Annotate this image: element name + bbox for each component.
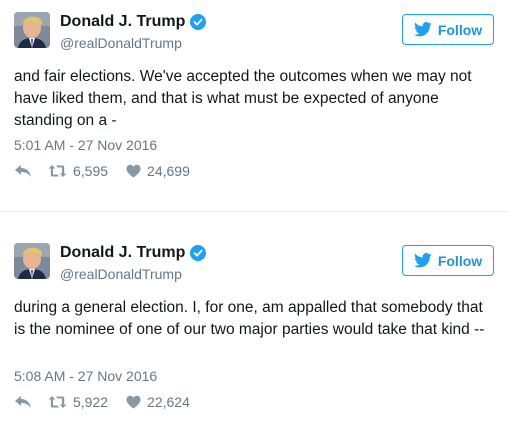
heart-icon xyxy=(126,164,141,178)
author-row: Donald J. Trump xyxy=(60,244,207,262)
tweet-actions: 6,595 24,699 xyxy=(14,163,190,179)
tweet-card: Donald J. Trump @realDonaldTrump Follow … xyxy=(0,0,508,211)
retweet-button[interactable]: 5,922 xyxy=(48,394,108,410)
like-button[interactable]: 24,699 xyxy=(126,163,190,179)
avatar[interactable] xyxy=(14,12,50,48)
retweet-count: 6,595 xyxy=(73,163,109,179)
retweet-icon xyxy=(48,165,67,177)
verified-badge-icon xyxy=(190,245,207,261)
author-handle[interactable]: @realDonaldTrump xyxy=(60,266,182,282)
follow-label: Follow xyxy=(437,252,483,269)
retweet-icon xyxy=(48,396,67,408)
heart-icon xyxy=(126,395,141,409)
reply-button[interactable] xyxy=(14,395,32,409)
twitter-bird-icon xyxy=(413,22,432,37)
reply-icon xyxy=(15,165,31,177)
reply-icon xyxy=(15,396,31,408)
author-row: Donald J. Trump xyxy=(60,13,207,31)
retweet-count: 5,922 xyxy=(73,394,109,410)
tweet-card: Donald J. Trump @realDonaldTrump Follow … xyxy=(0,231,508,421)
like-button[interactable]: 22,624 xyxy=(126,394,190,410)
tweet-text: and fair elections. We've accepted the o… xyxy=(14,68,472,129)
like-count: 22,624 xyxy=(147,394,190,410)
tweet-divider xyxy=(0,211,508,232)
tweet-feed: Donald J. Trump @realDonaldTrump Follow … xyxy=(0,0,508,421)
tweet-timestamp[interactable]: 5:08 AM - 27 Nov 2016 xyxy=(14,368,157,384)
tweet-text: during a general election. I, for one, a… xyxy=(14,299,485,338)
like-count: 24,699 xyxy=(147,163,190,179)
tweet-actions: 5,922 22,624 xyxy=(14,394,190,410)
tweet-timestamp[interactable]: 5:01 AM - 27 Nov 2016 xyxy=(14,137,157,153)
author-handle[interactable]: @realDonaldTrump xyxy=(60,35,182,51)
retweet-button[interactable]: 6,595 xyxy=(48,163,108,179)
verified-badge-icon xyxy=(190,14,207,30)
follow-label: Follow xyxy=(437,21,483,38)
avatar[interactable] xyxy=(14,243,50,279)
author-name[interactable]: Donald J. Trump xyxy=(60,13,185,31)
reply-button[interactable] xyxy=(14,164,32,178)
follow-button[interactable]: Follow xyxy=(402,14,494,45)
twitter-bird-icon xyxy=(413,253,432,268)
follow-button[interactable]: Follow xyxy=(402,245,494,276)
author-name[interactable]: Donald J. Trump xyxy=(60,244,185,262)
